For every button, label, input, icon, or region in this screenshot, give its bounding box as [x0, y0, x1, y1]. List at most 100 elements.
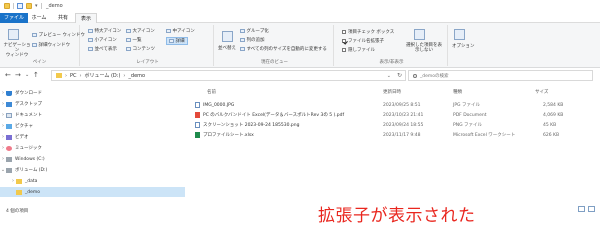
options-icon[interactable] [454, 29, 465, 40]
file-row[interactable]: プロファイルシート.xlsx 2023/11/17 9:48 Microsoft… [193, 131, 593, 140]
column-header-date[interactable]: 更新日時 [383, 88, 401, 97]
navigation-pane: › ダウンロード › デスクトップ › ドキュメント › ピクチャ › ビデオ › ミュージ… [0, 88, 185, 205]
group-label: 表示/非表示 [379, 60, 404, 65]
window-title: _demo [46, 3, 63, 9]
search-input[interactable]: _demoの検索 [408, 70, 593, 81]
checkbox[interactable] [342, 30, 346, 34]
nav-item-pictures[interactable]: › ピクチャ [0, 121, 185, 131]
checkbox-checked[interactable] [342, 39, 346, 43]
navigation-pane-icon[interactable] [8, 29, 19, 40]
column-header-size[interactable]: サイズ [535, 88, 548, 97]
fit-columns-icon [240, 47, 245, 51]
quick-access-toolbar: ▾ [4, 3, 45, 9]
nav-item-downloads[interactable]: › ダウンロード [0, 88, 185, 98]
large-icons-icon [126, 29, 131, 33]
file-row[interactable]: スクリーンショット 2023-09-24 185530.png 2023/09/… [193, 121, 593, 130]
file-date-cell: 2023/10/23 21:41 [383, 113, 424, 118]
file-name-cell: プロファイルシート.xlsx [195, 131, 254, 140]
tiles-option[interactable]: 並べて表示 [88, 46, 117, 52]
file-row[interactable]: PC のバルクバンドイト Excel(データ＆バースポルトRev 3の 5 ).… [193, 111, 593, 120]
nav-item-documents[interactable]: › ドキュメント [0, 110, 185, 120]
large-icons-view-icon[interactable] [588, 206, 595, 212]
column-header-name[interactable]: 名前 [207, 88, 216, 97]
nav-item-demo[interactable]: _demo [0, 187, 185, 197]
hide-selected-button[interactable]: 選択した項目を表示しない [406, 43, 442, 53]
back-icon[interactable]: ← [5, 71, 11, 79]
navigation-pane-button[interactable]: ナビゲーション ウィンドウ [2, 43, 32, 58]
options-button[interactable]: オプション [452, 43, 475, 49]
sort-button[interactable]: 並べ替え [218, 45, 236, 51]
xl-icons-option[interactable]: 特大アイコン [88, 28, 121, 34]
medium-icons-icon [166, 29, 171, 33]
file-type-cell: JPG ファイル [453, 103, 480, 108]
status-item-count: 4 個の項目 [6, 209, 29, 214]
file-name-cell: IMG_0000.JPG [195, 101, 234, 110]
large-icons-option[interactable]: 大アイコン [126, 28, 155, 34]
ribbon-group-show-hide: 項目チェック ボックス ファイル名拡張子 隠しファイル 選択した項目を表示しない… [336, 25, 448, 66]
tab-home[interactable]: ホーム [28, 13, 50, 23]
breadcrumb-volume-d[interactable]: ボリューム (D:) [85, 72, 121, 79]
address-bar[interactable]: › PC › ボリューム (D:) › _demo ⌄ ↻ [51, 70, 406, 81]
folder-icon [16, 189, 22, 195]
image-file-icon [195, 101, 200, 108]
add-columns-button[interactable]: 列の追加 [240, 37, 265, 43]
file-row[interactable]: IMG_0000.JPG 2023/09/25 8:51 JPG ファイル 2,… [193, 101, 593, 110]
hidden-files-toggle[interactable]: 隠しファイル [342, 47, 375, 53]
small-icons-option[interactable]: 小アイコン [88, 37, 117, 43]
search-icon [413, 73, 417, 78]
sort-icon[interactable] [222, 31, 233, 42]
up-icon[interactable]: ↑ [33, 71, 39, 79]
details-view-icon[interactable] [578, 206, 585, 212]
title-bar: ▾ _demo [0, 0, 600, 12]
preview-pane-icon [32, 33, 37, 37]
file-size-cell: 626 KB [543, 133, 560, 138]
fit-columns-button[interactable]: すべての列のサイズを自動的に変更する [240, 46, 327, 52]
medium-icons-option[interactable]: 中アイコン [166, 28, 195, 34]
tab-share[interactable]: 共有 [52, 13, 74, 23]
preview-pane-button[interactable]: プレビュー ウィンドウ [32, 32, 85, 38]
tab-file[interactable]: ファイル [0, 13, 28, 23]
chevron-down-icon[interactable]: ⌄ [387, 73, 391, 79]
item-checkbox-toggle[interactable]: 項目チェック ボックス [342, 29, 394, 35]
file-type-cell: PDF Document [453, 113, 487, 118]
tab-view[interactable]: 表示 [75, 13, 97, 23]
file-extension-toggle[interactable]: ファイル名拡張子 [342, 38, 384, 44]
nav-item-drive-d[interactable]: ⌄ ボリューム (D:) [0, 165, 185, 175]
forward-icon[interactable]: → [15, 71, 21, 79]
nav-item-desktop[interactable]: › デスクトップ [0, 99, 185, 109]
group-by-icon [240, 29, 245, 33]
details-icon [169, 39, 174, 43]
list-icon [126, 38, 131, 42]
nav-item-data[interactable]: › _data [0, 176, 185, 186]
file-size-cell: 2,584 KB [543, 103, 564, 108]
customize-qa-icon[interactable]: ▾ [35, 3, 38, 9]
list-option[interactable]: 一覧 [126, 37, 142, 43]
content-option[interactable]: コンテンツ [126, 46, 155, 52]
new-folder-icon[interactable] [26, 3, 32, 9]
checkbox[interactable] [342, 48, 346, 52]
chevron-right-icon: › [65, 72, 67, 79]
properties-icon[interactable] [17, 3, 23, 9]
nav-item-drive-c[interactable]: › Windows (C:) [0, 154, 185, 164]
column-header-type[interactable]: 種類 [453, 88, 462, 97]
nav-item-videos[interactable]: › ビデオ [0, 132, 185, 142]
file-size-cell: 45 KB [543, 123, 557, 128]
hide-selected-icon[interactable] [414, 29, 425, 40]
toolbar-divider [13, 3, 14, 9]
breadcrumb-pc[interactable]: PC [70, 73, 77, 79]
nav-item-music[interactable]: › ミュージック [0, 143, 185, 153]
refresh-icon[interactable]: ↻ [397, 72, 402, 79]
ribbon-group-options: オプション [450, 25, 480, 66]
group-label: ペイン [32, 60, 47, 65]
details-pane-button[interactable]: 詳細ウィンドウ [32, 42, 70, 48]
breadcrumb-demo[interactable]: _demo [128, 73, 145, 79]
documents-icon [6, 112, 12, 118]
details-option[interactable]: 詳細 [166, 37, 188, 45]
pdf-file-icon [195, 111, 200, 118]
details-pane-icon [32, 43, 37, 47]
group-label: レイアウト [136, 60, 159, 65]
group-by-button[interactable]: グループ化 [240, 28, 269, 34]
file-date-cell: 2023/09/24 18:55 [383, 123, 424, 128]
desktop-icon [6, 101, 12, 107]
recent-locations-icon[interactable]: ⌄ [25, 71, 29, 79]
